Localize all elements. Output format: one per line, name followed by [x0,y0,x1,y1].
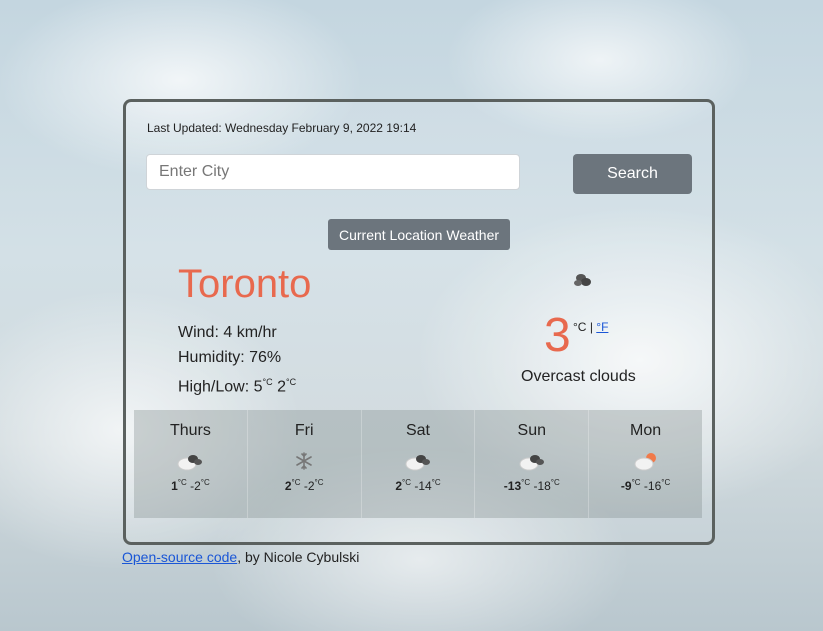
forecast-high-unit: °C [631,478,641,487]
forecast-temps: 1°C -2°C [134,478,247,493]
forecast-low-unit: °C [431,478,441,487]
unit-separator: | [589,320,593,334]
current-temperature: 3 [544,309,571,362]
few-clouds-icon [634,453,656,471]
forecast-high: 1 [171,479,178,493]
forecast-day: Thurs 1°C -2°C [134,410,248,518]
weather-details: Wind: 4 km/hr Humidity: 76% High/Low: 5°… [178,320,296,399]
search-button[interactable]: Search [573,154,692,194]
humidity: Humidity: 76% [178,349,282,366]
source-code-link[interactable]: Open-source code [122,549,237,565]
fahrenheit-link[interactable]: °F [596,320,608,334]
wind-speed: Wind: 4 km/hr [178,324,277,341]
forecast-low: -14 [414,479,432,493]
broken-clouds-icon [177,455,203,471]
weather-card: Last Updated: Wednesday February 9, 2022… [123,99,715,545]
forecast-low: -2 [303,479,315,493]
forecast-temps: 2°C -14°C [362,478,475,493]
forecast-temps: -13°C -18°C [475,478,588,493]
forecast-high: -9 [620,479,632,493]
forecast-strip: Thurs 1°C -2°C Fri 2°C -2°C Sat 2°C -14°… [134,410,702,518]
forecast-day: Fri 2°C -2°C [248,410,362,518]
city-name: Toronto [178,262,312,306]
weather-description: Overcast clouds [521,368,636,385]
forecast-day-name: Sun [517,422,547,439]
high-temp: 5 [253,378,263,396]
forecast-high: -13 [503,479,522,493]
high-unit: °C [262,377,273,387]
footer: Open-source code, by Nicole Cybulski [122,549,359,565]
city-search-input[interactable] [146,154,520,190]
forecast-temps: 2°C -2°C [248,478,361,493]
forecast-high-unit: °C [521,478,531,487]
low-temp: 2 [277,378,286,396]
snow-icon [296,452,312,470]
forecast-day-name: Fri [294,422,314,439]
forecast-day: Sun -13°C -18°C [475,410,590,518]
forecast-day: Mon -9°C -16°C [589,410,702,518]
forecast-low-unit: °C [661,478,671,487]
forecast-temps: -9°C -16°C [589,478,702,493]
forecast-day-name: Mon [630,422,662,439]
broken-clouds-icon [405,455,430,471]
forecast-high-unit: °C [402,478,411,487]
low-unit: °C [285,377,297,387]
high-low: High/Low: 5°C 2°C [178,370,296,399]
forecast-day: Sat 2°C -14°C [362,410,476,518]
forecast-high-unit: °C [177,478,187,487]
forecast-low-unit: °C [200,478,210,487]
forecast-day-name: Sat [405,422,430,439]
forecast-high: 2 [284,479,292,493]
forecast-low: -16 [643,479,662,493]
forecast-low: -2 [190,479,201,493]
celsius-unit: °C [573,320,587,334]
forecast-low-unit: °C [314,478,324,487]
last-updated: Last Updated: Wednesday February 9, 2022… [147,121,417,135]
forecast-day-name: Thurs [169,422,211,439]
footer-credit: , by Nicole Cybulski [237,549,360,565]
broken-clouds-icon [519,455,544,471]
forecast-low-unit: °C [550,478,560,487]
broken-clouds-icon [574,274,591,286]
forecast-low: -18 [533,479,551,493]
current-location-button[interactable]: Current Location Weather [328,219,510,250]
high-low-label: High/Low: [178,378,250,396]
unit-toggle: °C | °F [573,320,608,334]
forecast-high-unit: °C [291,478,301,487]
forecast-high: 2 [395,479,402,493]
